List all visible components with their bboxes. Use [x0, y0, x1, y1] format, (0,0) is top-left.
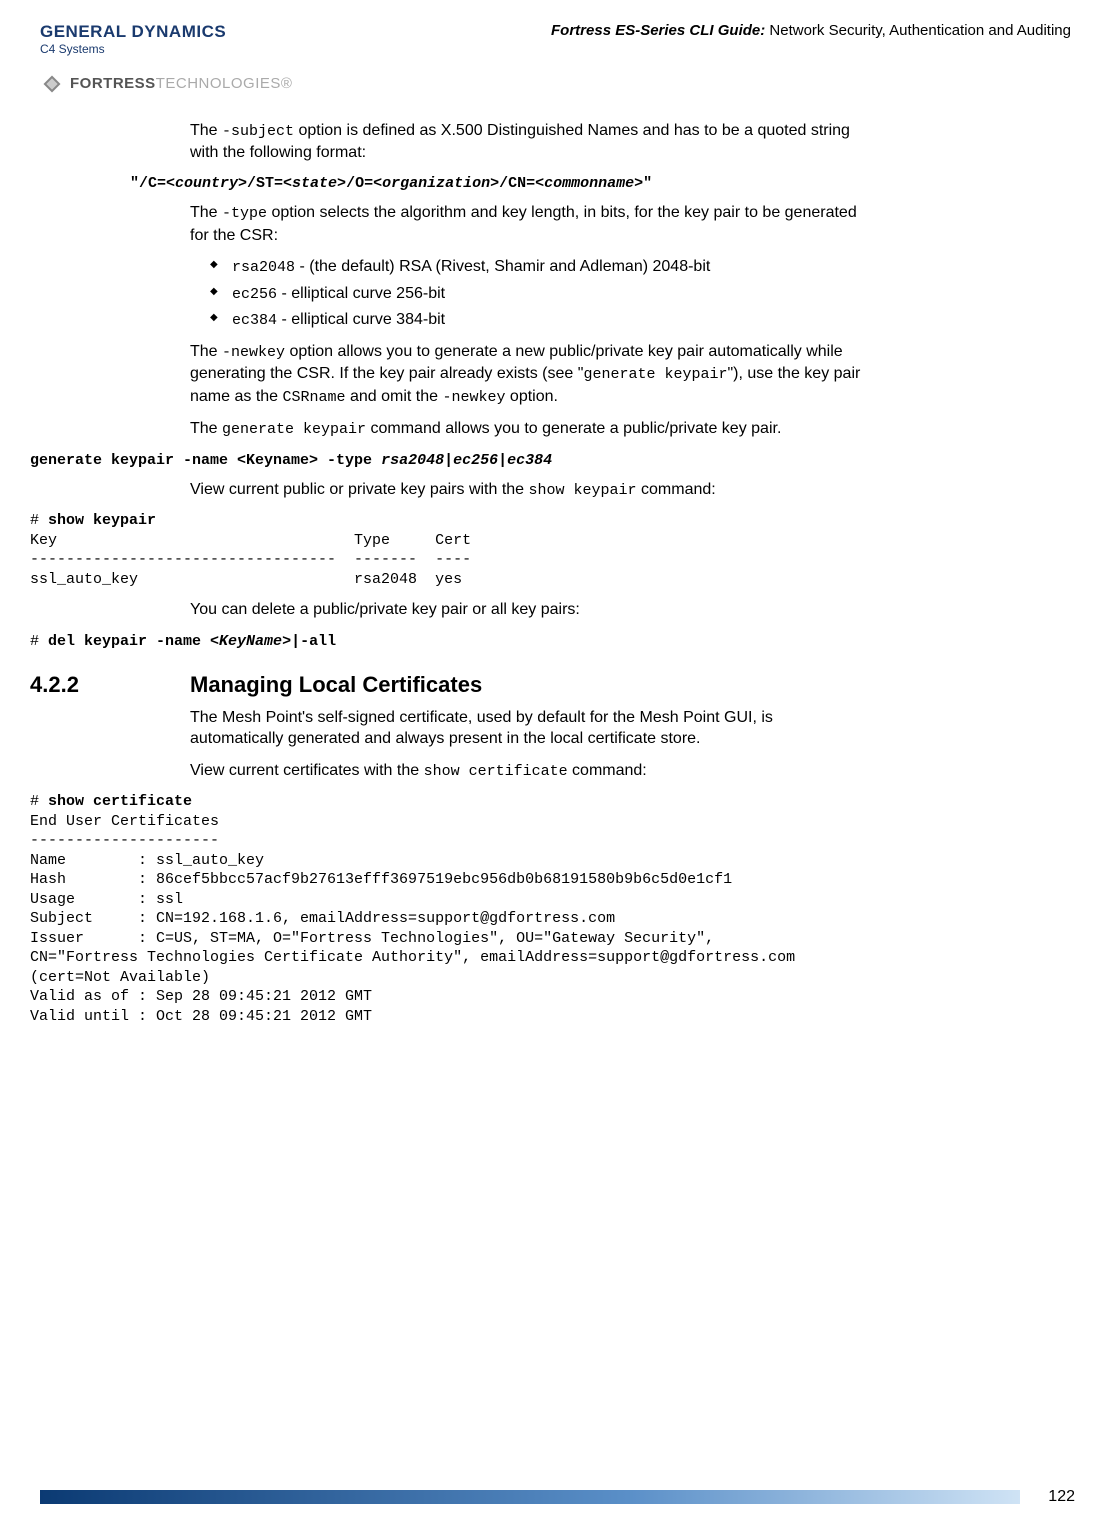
cmd-bold: show certificate [48, 793, 192, 810]
text: The [190, 122, 222, 139]
arg-country: <country> [166, 175, 247, 192]
fortress-diamond-icon [40, 72, 64, 96]
cert-output: End User Certificates ------------------… [30, 813, 804, 1025]
code-showkeypair: show keypair [529, 482, 637, 499]
terminal-show-keypair: # show keypair Key Type Cert -----------… [30, 511, 1065, 589]
code-ec384: ec384 [232, 312, 277, 329]
code-ec256: ec256 [232, 286, 277, 303]
text: /ST= [247, 175, 283, 192]
section-number: 4.2.2 [30, 670, 190, 701]
header-right: Fortress ES-Series CLI Guide: Network Se… [551, 20, 1075, 41]
prompt: # [30, 633, 48, 650]
code-genkeypair2: generate keypair [222, 421, 366, 438]
list-item: rsa2048 - (the default) RSA (Rivest, Sha… [210, 256, 865, 278]
text: option selects the algorithm and key len… [190, 204, 857, 243]
para-subject-option: The -subject option is defined as X.500 … [190, 120, 865, 164]
text: command allows you to generate a public/… [366, 420, 781, 437]
text: View current certificates with the [190, 762, 424, 779]
arg-types: rsa2048|ec256|ec384 [381, 452, 552, 469]
gd-logo: GENERAL DYNAMICS C4 Systems [40, 20, 292, 58]
page-content: The -subject option is defined as X.500 … [0, 120, 1095, 1027]
para-view-cert: View current certificates with the show … [190, 760, 865, 782]
para-delete-keypair: You can delete a public/private key pair… [190, 599, 865, 621]
arg-state: <state> [283, 175, 346, 192]
para-type-option: The -type option selects the algorithm a… [190, 202, 865, 246]
fortress-logo-text: FORTRESSTECHNOLOGIES® [70, 73, 292, 94]
terminal-show-certificate: # show certificate End User Certificates… [30, 792, 1065, 1026]
guide-section: Network Security, Authentication and Aud… [765, 22, 1071, 39]
arg-cn: <commonname> [535, 175, 643, 192]
fortress-logo-strong: FORTRESS [70, 75, 156, 92]
arg-org: <organization> [373, 175, 499, 192]
para-view-keypair: View current public or private key pairs… [190, 479, 865, 501]
section-title: Managing Local Certificates [190, 670, 482, 701]
guide-title: Fortress ES-Series CLI Guide: [551, 22, 765, 39]
keytype-list: rsa2048 - (the default) RSA (Rivest, Sha… [210, 256, 865, 331]
fortress-logo-row: FORTRESSTECHNOLOGIES® [40, 72, 292, 96]
code-showcert: show certificate [424, 763, 568, 780]
logo-block: GENERAL DYNAMICS C4 Systems FORTRESSTECH… [40, 20, 292, 96]
code-genkeypair: generate keypair [583, 366, 727, 383]
text: The [190, 204, 222, 221]
text: - elliptical curve 384-bit [277, 311, 445, 328]
cmd-del-keypair: # del keypair -name <KeyName>|-all [30, 631, 1065, 652]
section-heading: 4.2.2 Managing Local Certificates [30, 670, 1065, 701]
text: and omit the [346, 388, 443, 405]
list-item: ec384 - elliptical curve 384-bit [210, 309, 865, 331]
text: option. [505, 388, 557, 405]
text: /O= [346, 175, 373, 192]
footer-bar [40, 1490, 1020, 1504]
code-subject: -subject [222, 123, 294, 140]
text: /CN= [499, 175, 535, 192]
cmd-subject-format: "/C=<country>/ST=<state>/O=<organization… [130, 173, 1065, 194]
cmd-bold: show keypair [48, 512, 156, 529]
page-footer: 122 [40, 1486, 1075, 1508]
text: The [190, 420, 222, 437]
list-item: ec256 - elliptical curve 256-bit [210, 283, 865, 305]
arg-keyname: KeyName [219, 633, 282, 650]
text: " [643, 175, 652, 192]
code-csrname: CSRname [283, 389, 346, 406]
page-number: 122 [1048, 1486, 1075, 1508]
code-newkey: -newkey [222, 344, 285, 361]
text: "/C= [130, 175, 166, 192]
text: generate keypair -name <Keyname> -type [30, 452, 381, 469]
text: The [190, 343, 222, 360]
code-newkey2: -newkey [442, 389, 505, 406]
text: - (the default) RSA (Rivest, Shamir and … [295, 258, 710, 275]
text: View current public or private key pairs… [190, 481, 529, 498]
code-rsa2048: rsa2048 [232, 259, 295, 276]
para-generate-keypair: The generate keypair command allows you … [190, 418, 865, 440]
cmd-generate-keypair: generate keypair -name <Keyname> -type r… [30, 450, 1065, 471]
text: >|-all [282, 633, 336, 650]
page-header: GENERAL DYNAMICS C4 Systems FORTRESSTECH… [0, 0, 1095, 106]
text: - elliptical curve 256-bit [277, 285, 445, 302]
text: command: [637, 481, 716, 498]
code-type: -type [222, 205, 267, 222]
para-mesh-cert: The Mesh Point's self-signed certificate… [190, 707, 865, 750]
fortress-logo-light: TECHNOLOGIES® [156, 75, 293, 92]
para-newkey-option: The -newkey option allows you to generat… [190, 341, 865, 408]
text: command: [568, 762, 647, 779]
text: del keypair -name < [48, 633, 219, 650]
